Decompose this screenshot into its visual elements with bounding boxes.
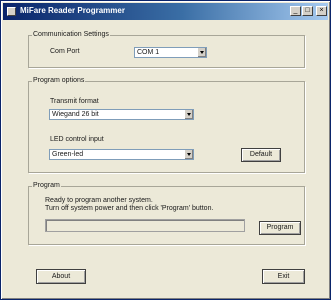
exit-button[interactable]: Exit: [262, 269, 305, 284]
chevron-down-icon[interactable]: [197, 48, 206, 57]
com-port-label: Com Port: [50, 48, 80, 55]
led-control-select[interactable]: Green-led: [49, 149, 194, 160]
minimize-button[interactable]: _: [290, 6, 301, 16]
maximize-button[interactable]: □: [302, 6, 313, 16]
app-icon: [7, 7, 16, 16]
default-button[interactable]: Default: [241, 148, 281, 162]
transmit-format-value: Wiegand 26 bit: [52, 111, 99, 118]
chevron-down-icon[interactable]: [184, 150, 193, 159]
com-port-value: COM 1: [137, 49, 160, 56]
program-button[interactable]: Program: [259, 221, 301, 235]
com-port-select[interactable]: COM 1: [134, 47, 207, 58]
communication-settings-group: Communication Settings Com Port COM 1: [28, 31, 305, 68]
program-options-group: Program options Transmit format Wiegand …: [28, 77, 305, 173]
program-title: Program: [32, 182, 61, 189]
program-instructions-line1: Ready to program another system.: [45, 197, 153, 204]
communication-settings-title: Communication Settings: [32, 31, 110, 38]
close-button[interactable]: ×: [316, 6, 327, 16]
transmit-format-label: Transmit format: [50, 98, 99, 105]
program-group: Program Ready to program another system.…: [28, 182, 305, 245]
chevron-down-icon[interactable]: [184, 110, 193, 119]
program-progress-bar: [45, 219, 245, 232]
led-control-label: LED control input: [50, 136, 104, 143]
app-window: MiFare Reader Programmer _ □ × Communica…: [0, 0, 331, 300]
title-bar[interactable]: MiFare Reader Programmer _ □ ×: [3, 3, 328, 20]
window-title: MiFare Reader Programmer: [20, 6, 125, 15]
program-options-title: Program options: [32, 77, 86, 84]
about-button[interactable]: About: [36, 269, 86, 284]
transmit-format-select[interactable]: Wiegand 26 bit: [49, 109, 194, 120]
program-instructions-line2: Turn off system power and then click 'Pr…: [45, 205, 214, 212]
led-control-value: Green-led: [52, 151, 84, 158]
